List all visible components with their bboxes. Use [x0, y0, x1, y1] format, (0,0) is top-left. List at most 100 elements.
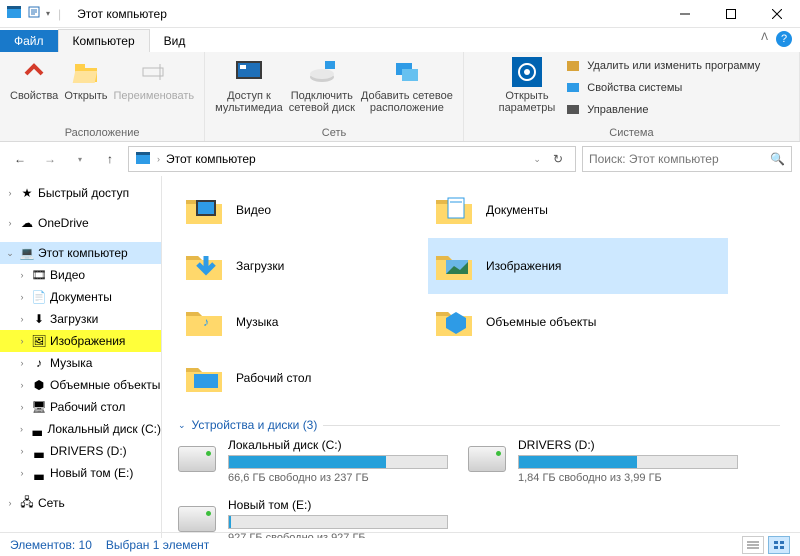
tree-node[interactable]: ›🎞Видео	[0, 264, 161, 286]
drive-item[interactable]: DRIVERS (D:)1,84 ГБ свободно из 3,99 ГБ	[468, 438, 758, 484]
title-bar: ▾ | Этот компьютер	[0, 0, 800, 28]
folder-icon	[432, 244, 476, 288]
tree-node[interactable]: ›♪Музыка	[0, 352, 161, 374]
ribbon-open-settings[interactable]: Открыть параметры	[499, 56, 556, 114]
ribbon-map-drive[interactable]: Подключить сетевой диск	[289, 56, 355, 114]
ribbon-open[interactable]: Открыть	[64, 56, 107, 102]
ribbon-manage[interactable]: Управление	[561, 100, 764, 120]
tree-label: Быстрый доступ	[38, 186, 129, 200]
folder-label: Объемные объекты	[486, 315, 596, 329]
ribbon-properties[interactable]: Свойства	[10, 56, 58, 102]
folder-item[interactable]: Рабочий стол	[178, 350, 428, 406]
search-input[interactable]	[589, 152, 770, 166]
drive-icon	[178, 438, 218, 478]
app-icon	[6, 4, 22, 23]
tree-label: Объемные объекты	[50, 378, 160, 392]
help-icon[interactable]: ?	[776, 31, 792, 47]
view-icons-button[interactable]	[768, 536, 790, 554]
address-bar[interactable]: › Этот компьютер ⌄ ↻	[128, 146, 576, 172]
maximize-button[interactable]	[708, 0, 754, 28]
ribbon-group-system: Открыть параметры Удалить или изменить п…	[464, 52, 800, 141]
tree-icon: 📄	[30, 288, 48, 306]
view-details-button[interactable]	[742, 536, 764, 554]
tree-node[interactable]: ›★Быстрый доступ	[0, 182, 161, 204]
folder-item[interactable]: Объемные объекты	[428, 294, 728, 350]
expand-icon[interactable]: ›	[16, 336, 28, 346]
nav-recent-dropdown[interactable]: ▾	[68, 147, 92, 171]
folder-item[interactable]: Видео	[178, 182, 428, 238]
folder-item[interactable]: Загрузки	[178, 238, 428, 294]
tree-node[interactable]: ›📄Документы	[0, 286, 161, 308]
expand-icon[interactable]: ›	[16, 402, 28, 412]
tab-view[interactable]: Вид	[150, 30, 200, 52]
drive-item[interactable]: Локальный диск (C:)66,6 ГБ свободно из 2…	[178, 438, 468, 484]
tree-node[interactable]: ›⬢Объемные объекты	[0, 374, 161, 396]
tree-node[interactable]: ›▃Новый том (E:)	[0, 462, 161, 484]
ribbon-media-access[interactable]: Доступ к мультимедиа	[215, 56, 283, 114]
breadcrumb[interactable]: Этот компьютер	[166, 152, 527, 166]
expand-icon[interactable]: ›	[16, 270, 28, 280]
expand-icon[interactable]: ›	[16, 424, 27, 434]
folder-icon	[432, 188, 476, 232]
expand-icon[interactable]: ⌄	[4, 248, 16, 259]
expand-icon[interactable]: ›	[4, 498, 16, 508]
tab-computer[interactable]: Компьютер	[58, 29, 150, 52]
close-button[interactable]	[754, 0, 800, 28]
folder-icon	[182, 244, 226, 288]
ribbon-add-netloc[interactable]: Добавить сетевое расположение	[361, 56, 453, 114]
tree-icon: 🖥	[30, 398, 48, 416]
expand-icon[interactable]: ›	[16, 380, 28, 390]
navigation-tree[interactable]: ›★Быстрый доступ›☁OneDrive⌄💻Этот компьют…	[0, 176, 162, 538]
search-box[interactable]: 🔍	[582, 146, 792, 172]
qat-separator: |	[54, 7, 65, 21]
refresh-button[interactable]: ↻	[547, 152, 569, 166]
folder-icon	[182, 188, 226, 232]
nav-back-button[interactable]: ←	[8, 147, 32, 171]
ribbon-system-props[interactable]: Свойства системы	[561, 78, 764, 98]
tree-node[interactable]: ⌄💻Этот компьютер	[0, 242, 161, 264]
expand-icon[interactable]: ›	[16, 358, 28, 368]
qat-props-icon[interactable]	[26, 4, 42, 23]
drive-name: Новый том (E:)	[228, 498, 448, 512]
tree-icon: ▃	[30, 442, 48, 460]
breadcrumb-sep[interactable]: ›	[157, 154, 160, 164]
folder-item[interactable]: Документы	[428, 182, 728, 238]
search-icon[interactable]: 🔍	[770, 152, 785, 166]
nav-up-button[interactable]: ↑	[98, 147, 122, 171]
tree-node[interactable]: ›☁OneDrive	[0, 212, 161, 234]
window-title: Этот компьютер	[77, 7, 167, 21]
tree-node[interactable]: ›▃Локальный диск (C:)	[0, 418, 161, 440]
expand-icon[interactable]: ›	[16, 446, 28, 456]
tab-file[interactable]: Файл	[0, 30, 58, 52]
tree-icon: ☁	[18, 214, 36, 232]
qat-dropdown-icon[interactable]: ▾	[46, 9, 50, 18]
tree-label: OneDrive	[38, 216, 89, 230]
expand-icon[interactable]: ›	[16, 314, 28, 324]
folder-label: Рабочий стол	[236, 371, 311, 385]
folder-label: Документы	[486, 203, 548, 217]
tree-icon: ★	[18, 184, 36, 202]
ribbon-uninstall[interactable]: Удалить или изменить программу	[561, 56, 764, 76]
folder-label: Музыка	[236, 315, 278, 329]
tree-label: Музыка	[50, 356, 92, 370]
window-controls	[662, 0, 800, 28]
nav-forward-button[interactable]: →	[38, 147, 62, 171]
drive-usage-bar	[228, 455, 448, 469]
ribbon-collapse-icon[interactable]: ᐱ	[761, 32, 768, 43]
tree-node[interactable]: ›⬇Загрузки	[0, 308, 161, 330]
expand-icon[interactable]: ›	[16, 292, 28, 302]
expand-icon[interactable]: ›	[16, 468, 28, 478]
expand-icon[interactable]: ›	[4, 188, 16, 198]
folder-icon	[432, 300, 476, 344]
address-history-dropdown[interactable]: ⌄	[533, 154, 541, 165]
tree-node[interactable]: ›🖧Сеть	[0, 492, 161, 514]
tree-node[interactable]: ›🖥Рабочий стол	[0, 396, 161, 418]
tree-node[interactable]: ›🖼Изображения	[0, 330, 161, 352]
folder-item[interactable]: ♪Музыка	[178, 294, 428, 350]
expand-icon[interactable]: ›	[4, 218, 16, 228]
drives-section-header[interactable]: ⌄ Устройства и диски (3)	[178, 406, 800, 438]
minimize-button[interactable]	[662, 0, 708, 28]
folder-item[interactable]: Изображения	[428, 238, 728, 294]
content-pane[interactable]: Видео Документы ЗагрузкиИзображения♪Музыка…	[162, 176, 800, 538]
tree-node[interactable]: ›▃DRIVERS (D:)	[0, 440, 161, 462]
